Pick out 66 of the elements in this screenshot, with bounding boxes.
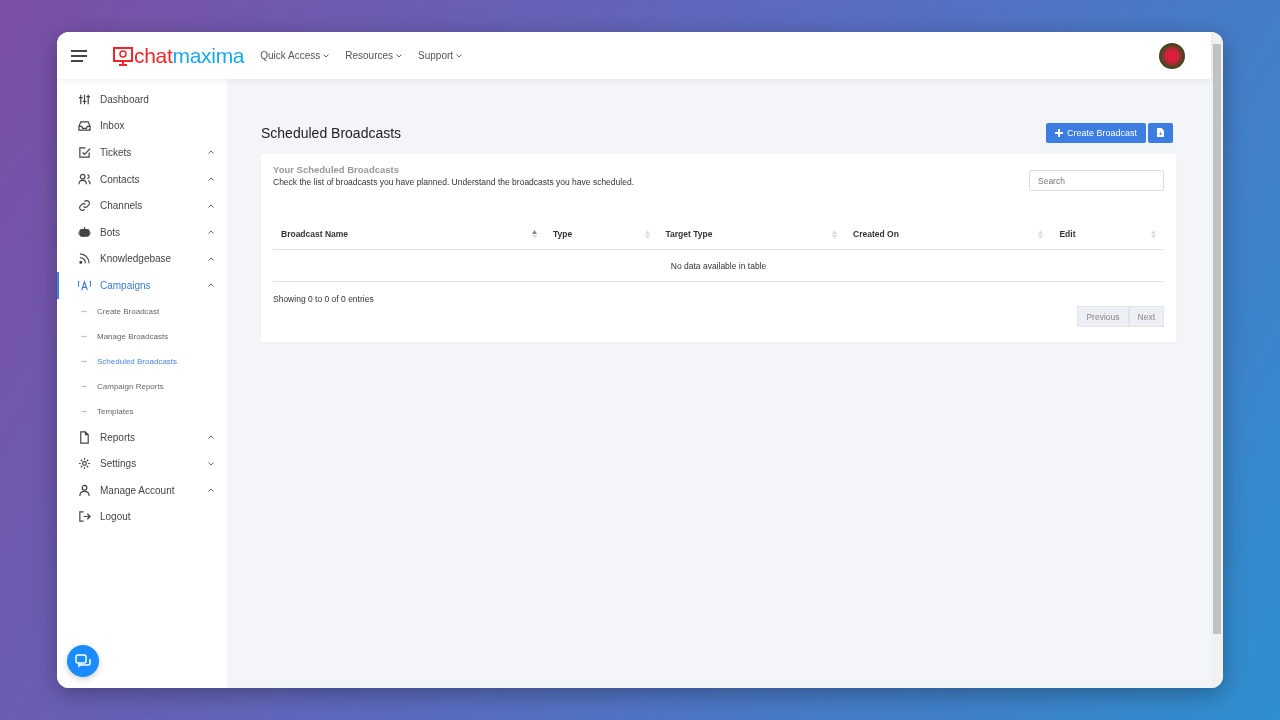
sidebar-item[interactable]: Channels — [57, 192, 227, 219]
menu-item-icon — [78, 119, 91, 133]
sidebar-item[interactable]: Inbox — [57, 112, 227, 140]
menu-icon[interactable] — [71, 49, 87, 62]
menu-item-icon — [78, 510, 91, 524]
scrollbar[interactable] — [1211, 32, 1223, 688]
menu-item-icon — [78, 92, 91, 106]
column-header[interactable]: Created On — [845, 219, 1052, 250]
chat-button[interactable] — [67, 645, 99, 677]
plus-icon — [1054, 128, 1063, 137]
sidebar-item[interactable]: Knowledgebase — [57, 245, 227, 273]
sidebar-item[interactable]: Logout — [57, 503, 227, 531]
submenu-item[interactable]: Templates — [57, 398, 227, 424]
sort-icon — [1038, 229, 1044, 239]
sort-icon — [1151, 229, 1156, 239]
menu-item-icon — [78, 457, 91, 471]
sidebar-item[interactable]: Tickets — [57, 139, 227, 166]
file-icon — [1157, 128, 1164, 137]
sidebar-item[interactable]: Reports — [57, 423, 227, 451]
chevron-down-icon — [396, 53, 403, 58]
submenu-item[interactable]: Scheduled Broadcasts — [57, 348, 227, 374]
menu-item-icon — [78, 225, 91, 239]
sort-icon — [644, 229, 650, 239]
submenu-item[interactable]: Campaign Reports — [57, 373, 227, 399]
sidebar-item[interactable]: Settings — [57, 450, 227, 477]
chevron-down-icon — [456, 53, 463, 58]
column-header[interactable]: Broadcast Name — [273, 219, 545, 250]
sidebar-item[interactable]: Dashboard — [57, 86, 227, 113]
submenu-item[interactable]: Manage Broadcasts — [57, 323, 227, 349]
export-button[interactable] — [1148, 122, 1173, 143]
monitor-icon — [113, 45, 133, 66]
nav-menu[interactable]: Support — [418, 50, 463, 61]
sort-icon — [832, 229, 838, 239]
sidebar-item[interactable]: Manage Account — [57, 476, 227, 504]
arrow-right-icon — [81, 309, 87, 313]
column-header[interactable]: Type — [545, 219, 658, 250]
column-header[interactable]: Edit — [1051, 219, 1164, 250]
nav-menu[interactable]: Quick Access — [260, 50, 330, 61]
sidebar-item[interactable]: Bots — [57, 218, 227, 246]
sidebar-item[interactable]: Contacts — [57, 165, 227, 193]
menu-item-icon — [78, 483, 91, 497]
menu-item-icon — [78, 430, 91, 444]
menu-item-icon — [78, 199, 91, 213]
arrow-right-icon — [81, 334, 87, 338]
create-broadcast-button[interactable]: Create Broadcast — [1045, 122, 1146, 143]
chevron-down-icon — [323, 53, 330, 58]
empty-table-message: No data available in table — [273, 249, 1164, 282]
logo: chatmaxima — [113, 43, 245, 68]
arrow-right-icon — [81, 359, 87, 363]
page-title: Scheduled Broadcasts — [261, 124, 402, 141]
chat-bubbles-icon — [75, 653, 91, 669]
entries-info: Showing 0 to 0 of 0 entries — [273, 294, 375, 304]
menu-item-icon — [78, 172, 91, 186]
submenu-item[interactable]: Create Broadcast — [57, 298, 227, 324]
menu-item-icon — [78, 252, 91, 266]
menu-item-icon — [78, 146, 91, 159]
arrow-right-icon — [81, 384, 87, 388]
menu-item-icon — [78, 278, 91, 292]
search-field[interactable]: Search — [1029, 170, 1164, 191]
sort-icon — [532, 229, 537, 239]
card-title: Your Scheduled Broadcasts — [273, 164, 400, 175]
arrow-right-icon — [81, 409, 87, 413]
card-description: Check the list of broadcasts you have planned. Understand the broadcasts you have scheduled. — [273, 177, 634, 187]
nav-menu[interactable]: Resources — [345, 50, 403, 61]
avatar[interactable] — [1159, 42, 1185, 69]
column-header[interactable]: Target Type — [657, 219, 846, 250]
